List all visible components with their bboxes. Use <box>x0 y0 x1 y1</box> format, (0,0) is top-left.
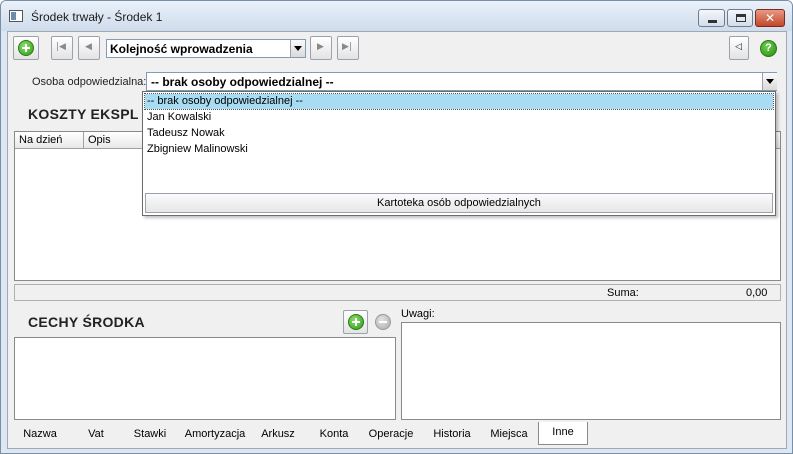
dropdown-option[interactable]: Jan Kowalski <box>145 110 773 125</box>
close-icon: ✕ <box>764 11 776 25</box>
previous-record-button[interactable]: ◀ <box>78 36 100 60</box>
title-bar[interactable]: Środek trwały - Środek 1 ✕ <box>1 1 792 31</box>
tab-miejsca[interactable]: Miejsca <box>482 424 536 444</box>
previous-record-icon: ◀ <box>85 42 92 52</box>
tab-stawki[interactable]: Stawki <box>124 424 176 444</box>
responsible-person-dropdown: -- brak osoby odpowiedzialnej -- Jan Kow… <box>142 91 776 216</box>
responsible-persons-catalog-button[interactable]: Kartoteka osób odpowiedzialnych <box>145 193 773 213</box>
close-button[interactable]: ✕ <box>755 9 785 27</box>
remove-icon <box>375 314 391 330</box>
dropdown-option[interactable]: -- brak osoby odpowiedzialnej -- <box>144 93 774 110</box>
help-icon[interactable]: ? <box>760 40 777 57</box>
last-record-icon: ▶| <box>342 42 352 52</box>
first-record-icon: |◀ <box>56 42 66 52</box>
minimize-icon <box>708 20 717 23</box>
tab-konta[interactable]: Konta <box>308 424 360 444</box>
next-record-icon: ▶ <box>317 42 324 52</box>
window-icon <box>9 10 23 22</box>
notes-label: Uwagi: <box>401 308 435 320</box>
add-icon <box>18 40 34 56</box>
add-icon <box>348 314 364 330</box>
column-header-date[interactable]: Na dzień <box>15 132 84 149</box>
costs-section-title: KOSZTY EKSPL <box>28 106 139 122</box>
chevron-down-icon[interactable] <box>762 73 777 90</box>
record-order-value: Kolejność wprowadzenia <box>110 42 253 56</box>
first-record-button[interactable]: |◀ <box>51 36 73 60</box>
tab-inne[interactable]: Inne <box>538 422 588 445</box>
tab-historia[interactable]: Historia <box>424 424 480 444</box>
sum-value: 0,00 <box>746 287 768 299</box>
maximize-icon <box>736 14 746 22</box>
column-header-description[interactable]: Opis <box>84 132 144 149</box>
window-client-area: |◀ ◀ Kolejność wprowadzenia ▶ ▶| ◁ ? Oso… <box>7 31 787 449</box>
side-panel-toggle-button[interactable]: ◁ <box>729 36 749 60</box>
responsible-person-value: -- brak osoby odpowiedzialnej -- <box>151 75 334 89</box>
sum-label: Suma: <box>607 287 639 299</box>
tab-operacje[interactable]: Operacje <box>362 424 420 444</box>
next-record-button[interactable]: ▶ <box>310 36 332 60</box>
minimize-button[interactable] <box>698 9 725 27</box>
features-list[interactable] <box>14 337 396 420</box>
add-feature-button[interactable] <box>343 310 368 334</box>
tab-nazwa[interactable]: Nazwa <box>12 424 68 444</box>
dropdown-option[interactable]: Tadeusz Nowak <box>145 126 773 141</box>
tab-bar: Nazwa Vat Stawki Amortyzacja Arkusz Kont… <box>8 421 786 448</box>
app-window: Środek trwały - Środek 1 ✕ |◀ ◀ Kolejnoś… <box>0 0 793 454</box>
tab-amortyzacja[interactable]: Amortyzacja <box>180 424 250 444</box>
record-order-select[interactable]: Kolejność wprowadzenia <box>106 39 306 58</box>
maximize-button[interactable] <box>727 9 753 27</box>
last-record-button[interactable]: ▶| <box>337 36 359 60</box>
window-title: Środek trwały - Środek 1 <box>31 10 163 24</box>
dropdown-option[interactable]: Zbigniew Malinowski <box>145 142 773 157</box>
features-section-title: CECHY ŚRODKA <box>28 314 145 330</box>
add-record-button[interactable] <box>13 36 39 60</box>
tab-vat[interactable]: Vat <box>70 424 122 444</box>
responsible-person-combo[interactable]: -- brak osoby odpowiedzialnej -- <box>146 72 777 91</box>
responsible-person-label: Osoba odpowiedzialna: <box>32 76 147 88</box>
tab-arkusz[interactable]: Arkusz <box>252 424 304 444</box>
collapse-left-icon: ◁ <box>735 42 742 52</box>
chevron-down-icon[interactable] <box>290 40 305 57</box>
costs-summary-bar: Suma: 0,00 <box>14 284 781 301</box>
notes-textarea[interactable] <box>401 322 781 420</box>
remove-feature-button[interactable] <box>371 310 396 334</box>
